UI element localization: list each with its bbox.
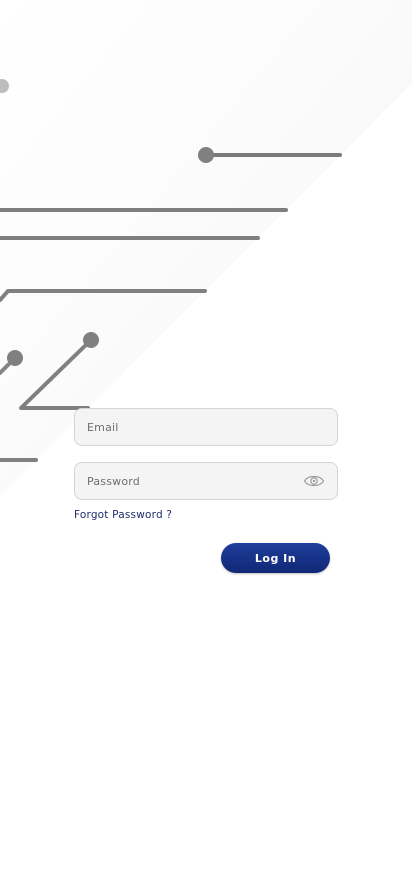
password-field-container	[74, 462, 338, 500]
circuit-node	[83, 332, 99, 348]
email-field-container	[74, 408, 338, 446]
eye-icon[interactable]	[303, 473, 325, 489]
circuit-node	[7, 350, 23, 366]
forgot-password-link[interactable]: Forgot Password ?	[74, 509, 172, 521]
email-field[interactable]	[75, 409, 337, 445]
login-button[interactable]: Log In	[221, 543, 330, 573]
login-form: Forgot Password ?	[74, 408, 338, 522]
password-field[interactable]	[75, 463, 337, 499]
circuit-node	[198, 147, 214, 163]
